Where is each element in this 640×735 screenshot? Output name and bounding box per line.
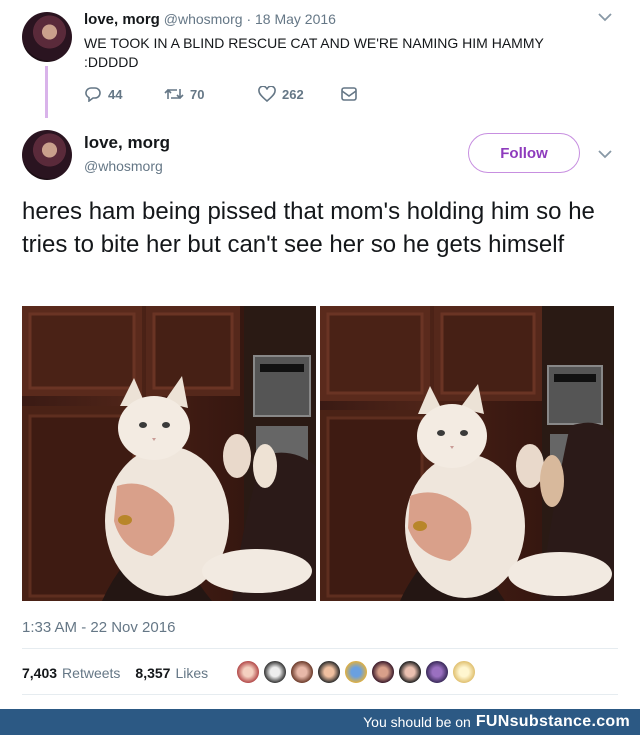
divider-top: [22, 648, 618, 649]
photo-right[interactable]: [320, 306, 614, 601]
like-button[interactable]: 262: [258, 86, 340, 102]
reply-count: 44: [108, 86, 123, 102]
thread-line: [45, 66, 48, 118]
reply-avatar[interactable]: [22, 12, 72, 62]
footer-brand-logo: FUNsubstance.com: [475, 713, 630, 730]
liker-avatar[interactable]: [290, 660, 314, 684]
retweet-icon: [164, 86, 184, 102]
author-avatar[interactable]: [22, 130, 72, 180]
reply-author-handle[interactable]: @whosmorg: [164, 11, 243, 27]
divider-bottom: [22, 694, 618, 695]
retweet-count: 70: [190, 86, 205, 102]
author-name[interactable]: love, morg: [84, 133, 170, 153]
tweet-text: heres ham being pissed that mom's holdin…: [22, 198, 595, 258]
liker-avatar[interactable]: [263, 660, 287, 684]
reply-author-name[interactable]: love, morg: [84, 11, 160, 28]
liker-avatar[interactable]: [452, 660, 476, 684]
reply-text: WE TOOK IN A BLIND RESCUE CAT AND WE'RE …: [84, 35, 544, 70]
message-button[interactable]: [340, 86, 358, 102]
reply-date[interactable]: 18 May 2016: [255, 11, 336, 27]
reply-menu-chevron-icon[interactable]: [598, 12, 612, 22]
reply-button[interactable]: 44: [84, 86, 164, 102]
tweet-timestamp[interactable]: 1:33 AM - 22 Nov 2016: [22, 619, 175, 636]
author-handle[interactable]: @whosmorg: [84, 158, 163, 174]
liker-avatar[interactable]: [398, 660, 422, 684]
liker-avatar[interactable]: [371, 660, 395, 684]
likes-label[interactable]: Likes: [175, 665, 208, 681]
tweet-stats: 7,403 Retweets 8,357 Likes: [22, 665, 218, 681]
liker-avatar[interactable]: [236, 660, 260, 684]
reply-tweet: love, morg @whosmorg · 18 May 2016 WE TO…: [0, 0, 640, 120]
likes-count[interactable]: 8,357: [135, 665, 170, 681]
footer-text: You should be on: [363, 714, 471, 730]
follow-button[interactable]: Follow: [468, 133, 580, 173]
reply-header: love, morg @whosmorg · 18 May 2016: [84, 11, 336, 28]
retweets-count[interactable]: 7,403: [22, 665, 57, 681]
heart-icon: [258, 86, 276, 102]
liker-avatar[interactable]: [344, 660, 368, 684]
like-count: 262: [282, 86, 304, 102]
retweets-label[interactable]: Retweets: [62, 665, 120, 681]
reply-icon: [84, 86, 102, 102]
reply-actions: 44 70 262: [84, 86, 358, 102]
reply-separator: ·: [246, 11, 252, 27]
watermark-footer: You should be on FUNsubstance.com: [0, 709, 640, 735]
tweet-menu-chevron-icon[interactable]: [598, 149, 612, 159]
main-tweet-header: love, morg @whosmorg Follow: [0, 120, 640, 190]
message-icon: [340, 86, 358, 102]
photo-left[interactable]: [22, 306, 316, 601]
liker-avatar[interactable]: [317, 660, 341, 684]
tweet-photos: [22, 306, 614, 601]
liker-avatars: [236, 660, 476, 684]
retweet-button[interactable]: 70: [164, 86, 258, 102]
liker-avatar[interactable]: [425, 660, 449, 684]
